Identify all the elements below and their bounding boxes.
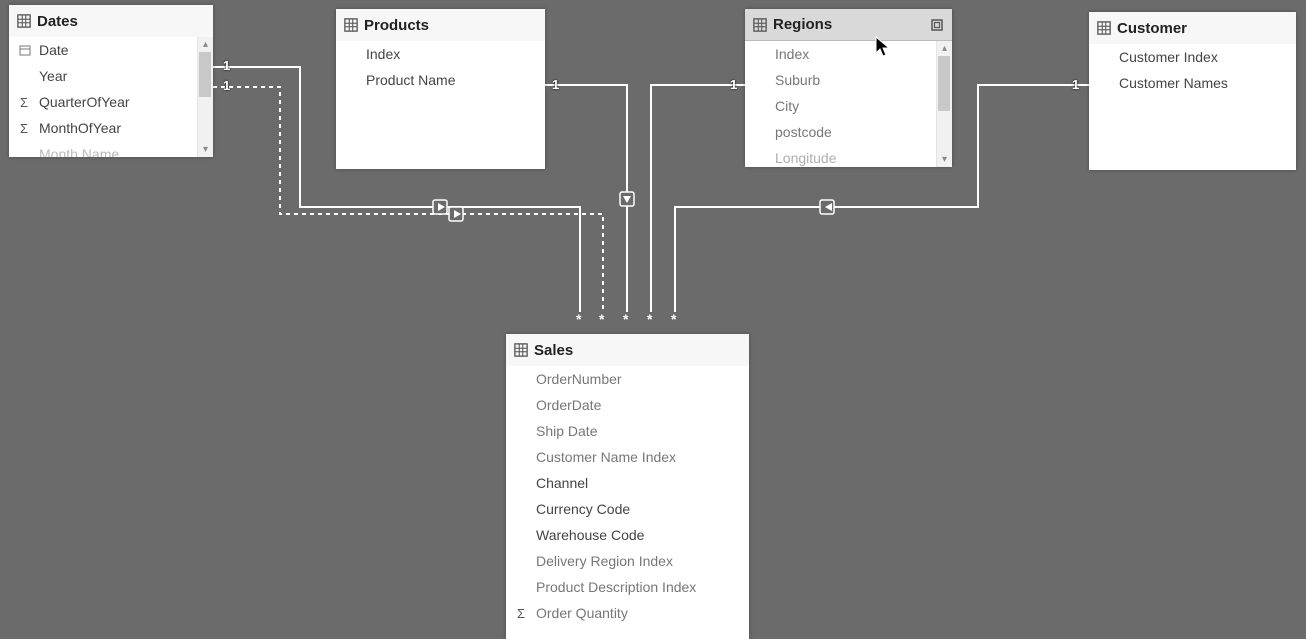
field-label: QuarterOfYear xyxy=(39,94,130,110)
field-label: Order Quantity xyxy=(536,605,628,621)
field-label: Product Name xyxy=(366,72,455,88)
field-row[interactable]: Suburb xyxy=(745,67,937,93)
table-title: Dates xyxy=(37,13,205,30)
field-row[interactable]: OrderNumber xyxy=(506,366,749,392)
cardinality-one: 1 xyxy=(1072,77,1079,92)
table-icon xyxy=(753,18,767,32)
field-label: Month Name xyxy=(39,146,119,157)
field-label: Longitude xyxy=(775,150,837,166)
svg-text:*: * xyxy=(647,311,653,327)
cardinality-one: 1 xyxy=(552,77,559,92)
field-row[interactable]: Currency Code xyxy=(506,496,749,522)
field-row[interactable]: Product Name xyxy=(336,67,545,93)
table-icon xyxy=(17,14,31,28)
sigma-icon: Σ xyxy=(17,95,31,110)
table-title: Sales xyxy=(534,342,741,359)
field-row[interactable]: Year xyxy=(9,63,198,89)
table-products[interactable]: Products Index Product Name xyxy=(336,9,545,169)
table-customer[interactable]: Customer Customer Index Customer Names xyxy=(1089,12,1296,170)
table-sales[interactable]: Sales OrderNumber OrderDate Ship Date Cu… xyxy=(506,334,749,639)
table-header[interactable]: Dates xyxy=(9,5,213,37)
svg-text:*: * xyxy=(599,311,605,327)
table-dates[interactable]: Dates Date Year Σ QuarterOfYear Σ MonthOfY… xyxy=(9,5,213,157)
scroll-up-icon[interactable]: ▴ xyxy=(198,37,213,52)
model-canvas[interactable]: * * * * * 1 1 1 1 1 Dates Date Year Σ Qua… xyxy=(0,0,1306,639)
field-label: Customer Name Index xyxy=(536,449,676,465)
table-header[interactable]: Regions xyxy=(745,9,952,41)
svg-text:*: * xyxy=(576,311,582,327)
field-label: Date xyxy=(39,42,69,58)
svg-text:*: * xyxy=(671,311,677,327)
table-icon xyxy=(1097,21,1111,35)
field-row[interactable]: Month Name xyxy=(9,141,198,157)
field-label: OrderDate xyxy=(536,397,601,413)
table-title: Products xyxy=(364,17,537,34)
field-row[interactable]: Ship Date xyxy=(506,418,749,444)
cardinality-one: 1 xyxy=(223,78,230,93)
table-icon xyxy=(514,343,528,357)
field-row[interactable]: OrderDate xyxy=(506,392,749,418)
field-label: Customer Names xyxy=(1119,75,1228,91)
field-row[interactable]: Warehouse Code xyxy=(506,522,749,548)
svg-text:*: * xyxy=(623,311,629,327)
field-label: Customer Index xyxy=(1119,49,1218,65)
field-row[interactable]: Σ MonthOfYear xyxy=(9,115,198,141)
table-title: Regions xyxy=(773,16,924,33)
scrollbar[interactable]: ▴ ▾ xyxy=(936,41,952,167)
calendar-icon xyxy=(19,44,31,56)
table-regions[interactable]: Regions Index Suburb City postcode Longi… xyxy=(745,9,952,167)
scroll-thumb[interactable] xyxy=(199,52,211,97)
field-row[interactable]: Index xyxy=(745,41,937,67)
field-row[interactable]: Delivery Region Index xyxy=(506,548,749,574)
field-row[interactable]: Longitude xyxy=(745,145,937,167)
field-label: Suburb xyxy=(775,72,820,88)
sigma-icon: Σ xyxy=(17,121,31,136)
field-row[interactable]: Product Description Index xyxy=(506,574,749,600)
field-label: postcode xyxy=(775,124,832,140)
field-label: Delivery Region Index xyxy=(536,553,673,569)
maximize-icon[interactable] xyxy=(930,18,944,32)
scroll-down-icon[interactable]: ▾ xyxy=(937,152,952,167)
field-row[interactable]: Channel xyxy=(506,470,749,496)
scroll-down-icon[interactable]: ▾ xyxy=(198,142,213,157)
scroll-up-icon[interactable]: ▴ xyxy=(937,41,952,56)
table-icon xyxy=(344,18,358,32)
field-label: MonthOfYear xyxy=(39,120,121,136)
field-label: City xyxy=(775,98,799,114)
field-row[interactable]: Customer Names xyxy=(1089,70,1296,96)
field-label: Warehouse Code xyxy=(536,527,644,543)
scrollbar[interactable]: ▴ ▾ xyxy=(197,37,213,157)
field-label: Index xyxy=(775,46,809,62)
table-header[interactable]: Sales xyxy=(506,334,749,366)
field-row[interactable]: City xyxy=(745,93,937,119)
field-row[interactable]: Σ Order Quantity xyxy=(506,600,749,626)
field-label: Channel xyxy=(536,475,588,491)
cardinality-one: 1 xyxy=(730,77,737,92)
field-row[interactable]: Customer Index xyxy=(1089,44,1296,70)
field-row[interactable]: Σ QuarterOfYear xyxy=(9,89,198,115)
field-row[interactable]: Customer Name Index xyxy=(506,444,749,470)
sigma-icon: Σ xyxy=(514,606,528,621)
field-label: Currency Code xyxy=(536,501,630,517)
table-title: Customer xyxy=(1117,20,1288,37)
field-label: OrderNumber xyxy=(536,371,622,387)
field-label: Index xyxy=(366,46,400,62)
table-header[interactable]: Customer xyxy=(1089,12,1296,44)
field-label: Year xyxy=(39,68,67,84)
cardinality-one: 1 xyxy=(223,58,230,73)
scroll-thumb[interactable] xyxy=(938,56,950,111)
field-row[interactable]: postcode xyxy=(745,119,937,145)
table-header[interactable]: Products xyxy=(336,9,545,41)
field-label: Ship Date xyxy=(536,423,597,439)
field-label: Product Description Index xyxy=(536,579,696,595)
field-row[interactable]: Date xyxy=(9,37,198,63)
field-row[interactable]: Index xyxy=(336,41,545,67)
